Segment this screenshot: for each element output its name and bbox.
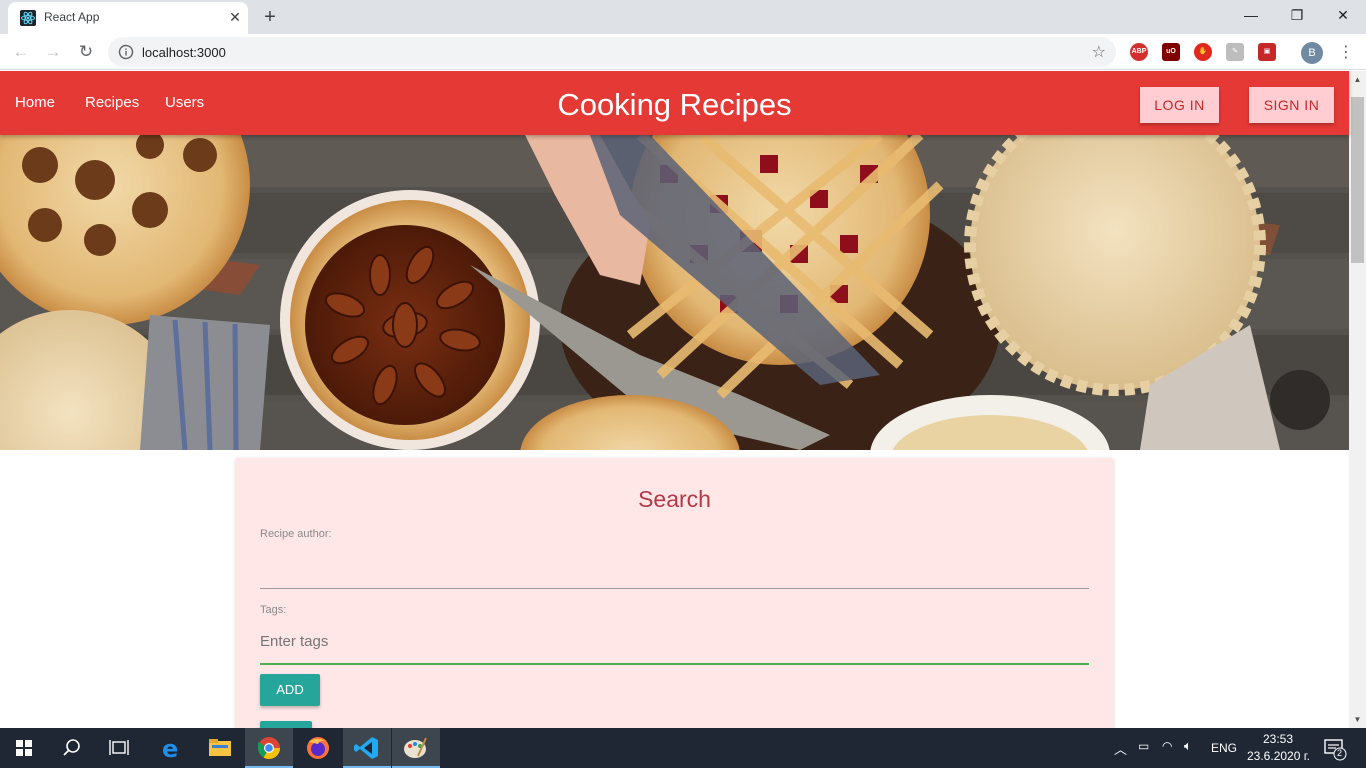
new-tab-icon[interactable]: +: [258, 6, 282, 30]
back-icon[interactable]: ←: [8, 39, 34, 65]
stop-hand-icon[interactable]: ✋: [1194, 43, 1212, 61]
volume-icon[interactable]: 🔈︎: [1184, 738, 1192, 754]
windows-start-icon[interactable]: [0, 728, 48, 768]
profile-avatar[interactable]: B: [1301, 42, 1323, 64]
notification-count: 2: [1337, 748, 1343, 758]
task-view-icon[interactable]: [96, 728, 144, 768]
browser-tab[interactable]: React App ✕: [8, 2, 248, 34]
forward-icon[interactable]: →: [40, 39, 66, 65]
svg-text:e: e: [162, 735, 178, 763]
ublock-origin-icon[interactable]: uO: [1162, 43, 1180, 61]
tray-chevron-icon[interactable]: ︿: [1114, 739, 1127, 758]
scroll-thumb[interactable]: [1351, 97, 1364, 263]
scroll-down-icon[interactable]: ▼: [1349, 711, 1366, 728]
tags-underline: [260, 663, 1089, 665]
windows-taskbar: e ︿ ▭ ◠ 🔈︎ ENG 23:53 23.6.2020 г. 2: [0, 728, 1366, 768]
firefox-icon[interactable]: [294, 728, 342, 768]
login-button[interactable]: LOG IN: [1140, 87, 1219, 123]
author-label: Recipe author:: [260, 528, 332, 540]
search-card: Search Recipe author: Tags: ADD: [236, 458, 1113, 728]
file-explorer-icon[interactable]: [196, 728, 244, 768]
search-title: Search: [638, 486, 711, 512]
page-viewport: Home Recipes Users Cooking Recipes LOG I…: [0, 71, 1366, 728]
clock-time[interactable]: 23:53: [1263, 732, 1293, 746]
clock-date[interactable]: 23.6.2020 г.: [1247, 749, 1310, 763]
minimize-icon[interactable]: —: [1228, 0, 1274, 32]
tab-title: React App: [44, 10, 100, 24]
browser-toolbar: ← → ↻ localhost:3000 ☆ ABP uO ✋ ✎ ▣ B ⋮: [0, 34, 1366, 70]
react-logo-icon: [20, 10, 36, 26]
info-icon[interactable]: [118, 44, 134, 60]
script-extension-icon[interactable]: ✎: [1226, 43, 1244, 61]
scroll-up-icon[interactable]: ▲: [1349, 71, 1366, 88]
signin-button[interactable]: SIGN IN: [1249, 87, 1334, 123]
close-window-icon[interactable]: ✕: [1320, 0, 1366, 32]
url-text: localhost:3000: [142, 45, 226, 60]
bookmark-star-icon[interactable]: ☆: [1092, 42, 1106, 62]
chrome-icon[interactable]: [245, 728, 293, 768]
page-scrollbar[interactable]: ▲ ▼: [1349, 71, 1366, 728]
tags-label: Tags:: [260, 604, 287, 616]
restore-icon[interactable]: ❐: [1274, 0, 1320, 32]
reload-icon[interactable]: ↻: [73, 39, 99, 65]
secondary-button[interactable]: [260, 721, 312, 728]
edge-icon[interactable]: e: [148, 728, 196, 768]
search-icon[interactable]: [48, 728, 96, 768]
wifi-icon[interactable]: ◠: [1162, 739, 1172, 753]
language-indicator[interactable]: ENG: [1211, 741, 1237, 755]
app-bar: Home Recipes Users Cooking Recipes LOG I…: [0, 71, 1349, 135]
add-tag-button[interactable]: ADD: [260, 674, 320, 706]
hero-image: [0, 135, 1349, 450]
adblock-plus-icon[interactable]: ABP: [1130, 43, 1148, 61]
image-extension-icon[interactable]: ▣: [1258, 43, 1276, 61]
address-bar[interactable]: localhost:3000 ☆: [108, 37, 1116, 67]
tags-input[interactable]: [260, 627, 1089, 655]
paint-icon[interactable]: [392, 728, 440, 768]
menu-kebab-icon[interactable]: ⋮: [1338, 42, 1354, 62]
browser-tabstrip: React App ✕ + — ❐ ✕: [0, 0, 1366, 34]
vscode-icon[interactable]: [343, 728, 391, 768]
close-tab-icon[interactable]: ✕: [226, 8, 244, 26]
battery-icon[interactable]: ▭: [1138, 739, 1149, 753]
action-center-icon[interactable]: 2: [1318, 728, 1366, 768]
author-underline: [260, 588, 1089, 589]
author-input[interactable]: [260, 549, 1089, 577]
